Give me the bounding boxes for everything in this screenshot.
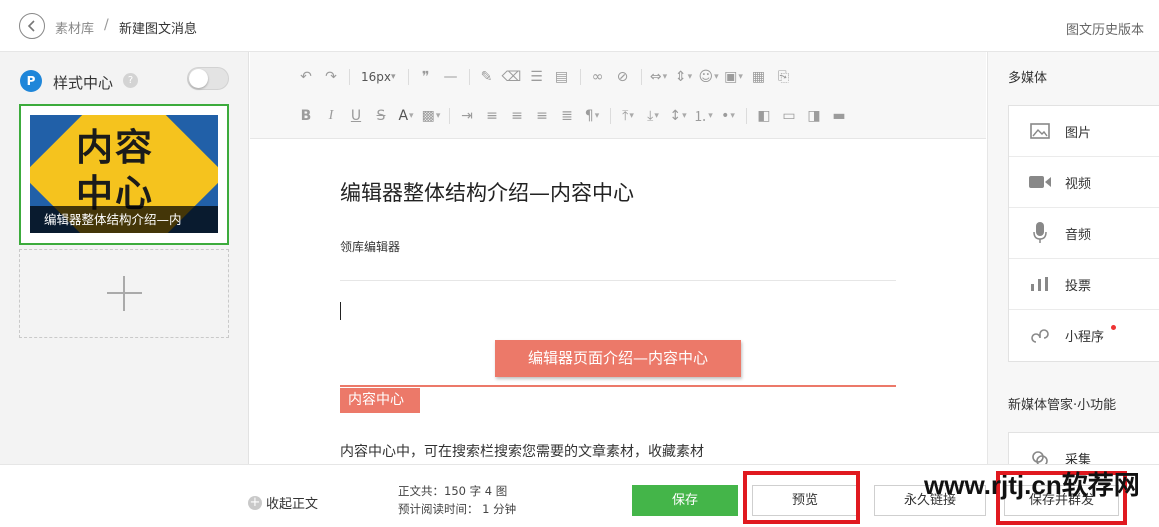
- article-author[interactable]: 领库编辑器: [340, 238, 400, 255]
- media-item-poll[interactable]: 投票: [1009, 259, 1159, 310]
- horizontal-rule-icon[interactable]: —: [439, 66, 463, 88]
- style-center-logo: P: [20, 70, 42, 92]
- multimedia-list: 图片 视频 音频 投票 小程序: [1008, 105, 1159, 362]
- format-painter-icon[interactable]: ✎: [475, 66, 499, 88]
- media-item-mini-program[interactable]: 小程序: [1009, 310, 1159, 361]
- word-import-icon[interactable]: ⎘: [772, 66, 796, 88]
- help-icon[interactable]: ?: [123, 73, 138, 88]
- emoji-icon[interactable]: ☺: [697, 66, 721, 88]
- breadcrumb-material-library[interactable]: 素材库: [55, 18, 94, 37]
- table-icon[interactable]: ▦: [747, 66, 771, 88]
- media-item-video[interactable]: 视频: [1009, 157, 1159, 208]
- line-spacing-icon[interactable]: ↕: [666, 105, 690, 127]
- article-card-title: 编辑器整体结构介绍—内: [30, 206, 218, 233]
- align-justify-icon[interactable]: ≣: [555, 105, 579, 127]
- section-divider-line: [340, 385, 896, 387]
- article-stats: 正文共：150 字 4 图 预计阅读时间： 1 分钟: [398, 482, 516, 518]
- space-after-icon[interactable]: ⤓: [641, 105, 665, 127]
- media-label-video: 视频: [1065, 176, 1092, 192]
- float-right-icon[interactable]: ◨: [802, 105, 826, 127]
- new-badge-dot: [1111, 325, 1116, 330]
- chevron-left-icon: [27, 20, 35, 32]
- clear-format-icon[interactable]: ⌫: [500, 66, 524, 88]
- breadcrumb-separator: /: [104, 17, 109, 33]
- section-tag[interactable]: 内容中心: [340, 388, 420, 413]
- plus-icon-vertical: [123, 276, 125, 311]
- video-icon: [1029, 171, 1051, 193]
- section-heading-block[interactable]: 编辑器页面介绍—内容中心: [495, 340, 741, 377]
- align-right-icon[interactable]: ≡: [530, 105, 554, 127]
- tools-heading: 新媒体管家·小功能: [1008, 398, 1117, 413]
- float-center-icon[interactable]: ▬: [827, 105, 851, 127]
- italic-icon[interactable]: I: [319, 105, 343, 127]
- article-list-panel: P 样式中心 ? 内容 中心 编辑器整体结构介绍—内: [0, 52, 249, 464]
- media-label-mini-program: 小程序: [1065, 330, 1105, 345]
- multimedia-heading: 多媒体: [1008, 71, 1048, 86]
- font-color-icon[interactable]: A: [394, 105, 418, 127]
- body-paragraph[interactable]: 内容中心中，可在搜索栏搜索您需要的文章素材，收藏素材: [340, 441, 704, 461]
- tool-item-collect[interactable]: 采集: [1009, 433, 1159, 464]
- text-cursor: [340, 302, 341, 320]
- breadcrumb-current-page: 新建图文消息: [119, 22, 198, 37]
- watermark-text: www.rjtj.cn软荐网: [924, 470, 1140, 500]
- bold-icon[interactable]: B: [294, 105, 318, 127]
- float-left-icon[interactable]: ◧: [752, 105, 776, 127]
- insert-image-icon[interactable]: ▣: [722, 66, 746, 88]
- toggle-knob: [189, 69, 208, 88]
- collect-icon: [1029, 448, 1051, 464]
- unlink-icon[interactable]: ⊘: [611, 66, 635, 88]
- media-item-image[interactable]: 图片: [1009, 106, 1159, 157]
- save-button[interactable]: 保存: [632, 485, 738, 516]
- microphone-icon: [1029, 222, 1051, 244]
- indent-icon[interactable]: ⇥: [455, 105, 479, 127]
- media-label-image: 图片: [1065, 125, 1092, 141]
- float-none-icon[interactable]: ▭: [777, 105, 801, 127]
- top-bar: 素材库 / 新建图文消息 图文历史版本: [0, 0, 1159, 52]
- back-button[interactable]: [19, 13, 45, 39]
- plus-circle-icon: +: [248, 494, 262, 510]
- editor-toolbar: ↶ ↷ 16px ❞ — ✎ ⌫ ☰ ▤ ∞ ⊘ ⇔ ⇕ ☺ ▣ ▦ ⎘ B I…: [250, 52, 986, 139]
- insert-template-icon[interactable]: ☰: [525, 66, 549, 88]
- article-cover-thumbnail: 内容 中心 编辑器整体结构介绍—内: [30, 115, 218, 233]
- paste-plain-icon[interactable]: ▤: [550, 66, 574, 88]
- font-size-select[interactable]: 16px: [355, 66, 402, 88]
- align-center-icon[interactable]: ≡: [505, 105, 529, 127]
- reading-time: 预计阅读时间： 1 分钟: [398, 502, 517, 516]
- space-before-icon[interactable]: ⤒: [616, 105, 640, 127]
- style-center-toggle[interactable]: [187, 67, 229, 90]
- editor-canvas[interactable]: 编辑器整体结构介绍—内容中心 领库编辑器 编辑器页面介绍—内容中心 内容中心 内…: [250, 139, 986, 464]
- tools-list: 采集: [1008, 432, 1159, 464]
- quote-icon[interactable]: ❞: [414, 66, 438, 88]
- tool-label-collect: 采集: [1065, 453, 1092, 464]
- link-icon[interactable]: ∞: [586, 66, 610, 88]
- article-card-selected[interactable]: 内容 中心 编辑器整体结构介绍—内: [19, 104, 229, 245]
- media-label-audio: 音频: [1065, 227, 1092, 243]
- word-count: 正文共：150 字 4 图: [398, 484, 508, 498]
- history-versions-link[interactable]: 图文历史版本: [1066, 19, 1144, 38]
- poll-bars-icon: [1029, 273, 1051, 295]
- ordered-list-icon[interactable]: ⒈: [691, 105, 715, 127]
- title-divider: [340, 280, 896, 281]
- collapse-body-label: 收起正文: [266, 497, 319, 512]
- align-left-icon[interactable]: ≡: [480, 105, 504, 127]
- collapse-body-button[interactable]: + 收起正文: [248, 493, 318, 512]
- redo-icon[interactable]: ↷: [319, 66, 343, 88]
- insert-panel: 多媒体 图片 视频 音频 投票 小程序 新媒体管家·小功能 采集: [987, 52, 1159, 464]
- article-title[interactable]: 编辑器整体结构介绍—内容中心: [340, 177, 634, 207]
- media-label-poll: 投票: [1065, 278, 1092, 294]
- underline-icon[interactable]: U: [344, 105, 368, 127]
- letter-spacing-icon[interactable]: ⇔: [647, 66, 671, 88]
- mini-program-icon: [1029, 325, 1051, 347]
- media-item-audio[interactable]: 音频: [1009, 208, 1159, 259]
- style-center-label: 样式中心: [53, 74, 114, 92]
- preview-button[interactable]: 预览: [752, 485, 858, 516]
- strikethrough-icon[interactable]: S: [369, 105, 393, 127]
- unordered-list-icon[interactable]: •: [716, 105, 740, 127]
- line-height-icon[interactable]: ⇕: [672, 66, 696, 88]
- image-icon: [1029, 120, 1051, 142]
- background-color-icon[interactable]: ▩: [419, 105, 443, 127]
- add-article-button[interactable]: [19, 249, 229, 338]
- paragraph-format-icon[interactable]: ¶: [580, 105, 604, 127]
- undo-icon[interactable]: ↶: [294, 66, 318, 88]
